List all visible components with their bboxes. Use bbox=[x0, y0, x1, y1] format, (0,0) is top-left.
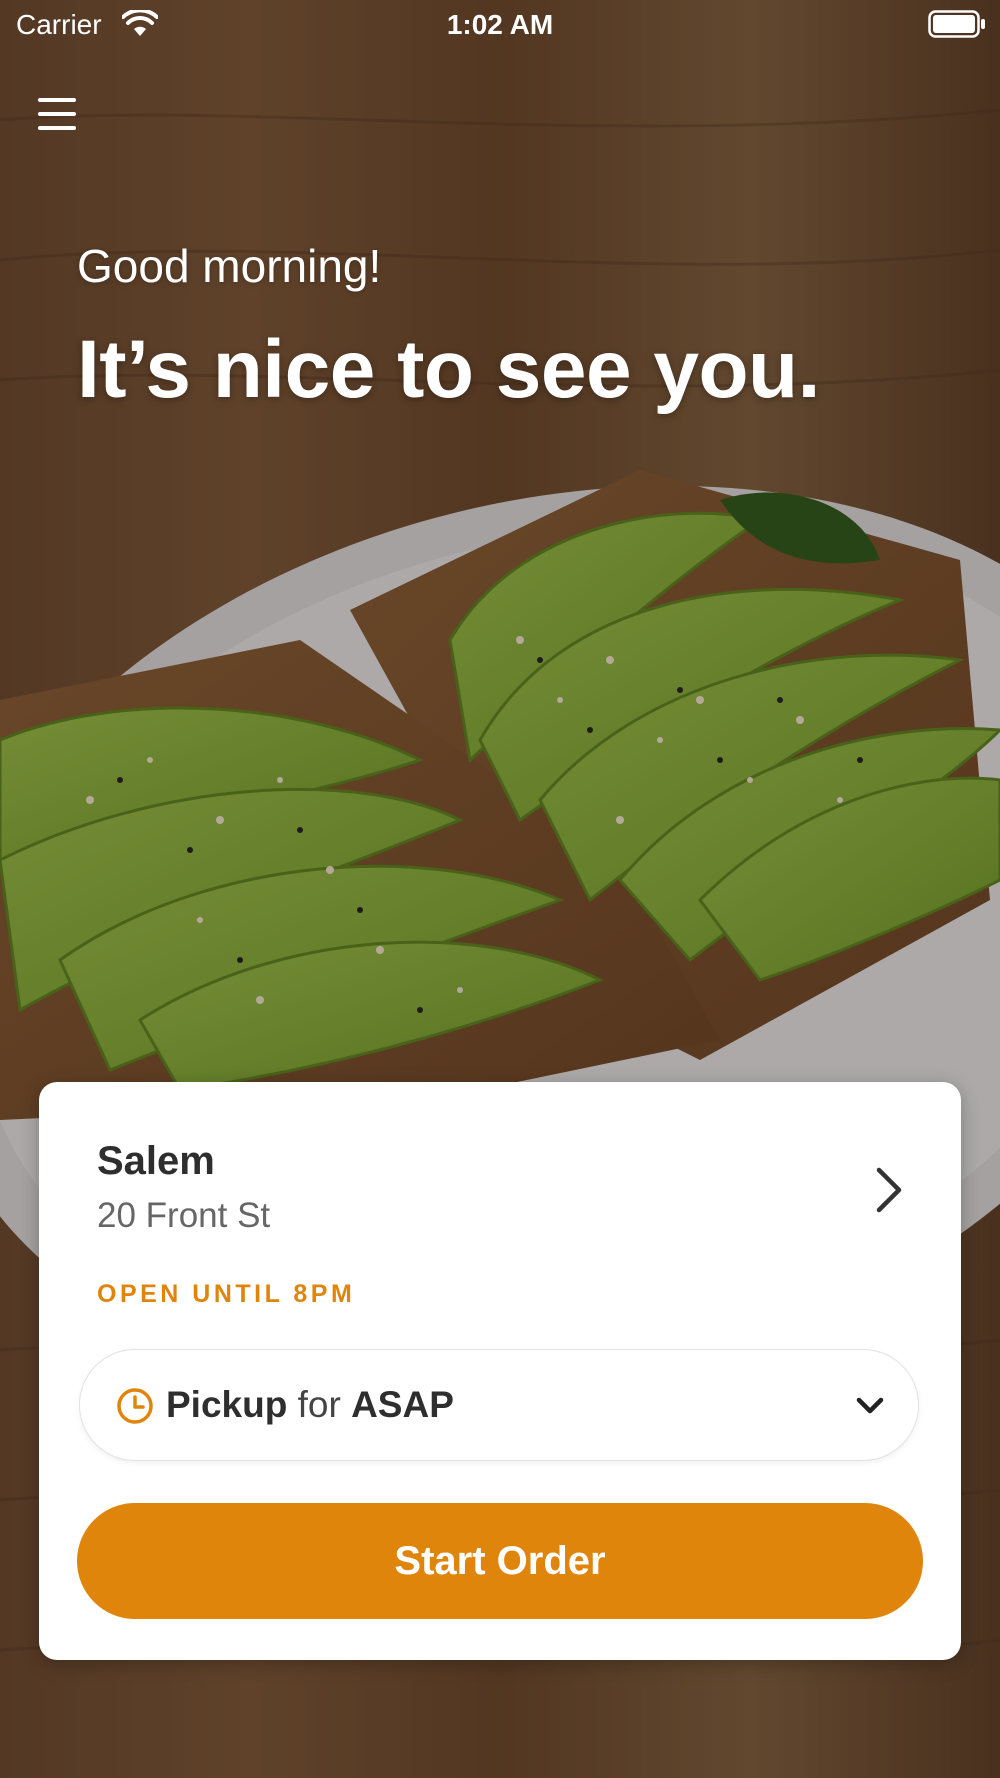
store-hours-status: OPEN UNTIL 8PM bbox=[97, 1280, 356, 1308]
start-order-button[interactable]: Start Order bbox=[77, 1503, 923, 1619]
clock-icon bbox=[117, 1388, 153, 1424]
menu-button[interactable] bbox=[28, 88, 88, 140]
pickup-connector: for bbox=[297, 1384, 341, 1425]
location-name: Salem bbox=[97, 1139, 215, 1183]
pickup-time: ASAP bbox=[351, 1384, 454, 1425]
wifi-icon bbox=[122, 10, 158, 36]
pickup-time-selector[interactable]: Pickup for ASAP bbox=[79, 1349, 919, 1461]
carrier-label: Carrier bbox=[16, 9, 102, 40]
home-screen: Carrier 1:02 AM Good morning! It’s nice … bbox=[0, 0, 1000, 1778]
location-selector[interactable]: Salem 20 Front St bbox=[39, 1082, 961, 1272]
pickup-summary: Pickup for ASAP bbox=[166, 1382, 454, 1428]
battery-icon bbox=[928, 10, 985, 38]
pickup-method: Pickup bbox=[166, 1384, 288, 1425]
status-bar: Carrier 1:02 AM bbox=[0, 0, 1000, 50]
chevron-right-icon bbox=[876, 1167, 902, 1213]
location-card: Salem 20 Front St OPEN UNTIL 8PM Pickup … bbox=[39, 1082, 961, 1660]
hamburger-menu-icon bbox=[38, 98, 76, 130]
location-address: 20 Front St bbox=[97, 1196, 271, 1235]
greeting-text: Good morning! bbox=[77, 240, 382, 292]
headline-text: It’s nice to see you. bbox=[77, 324, 820, 415]
chevron-down-icon bbox=[856, 1397, 884, 1414]
